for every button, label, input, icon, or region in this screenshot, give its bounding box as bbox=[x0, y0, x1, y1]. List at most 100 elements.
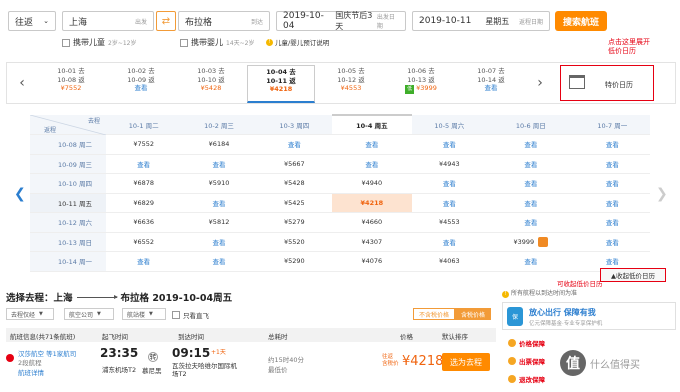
grid-cell[interactable]: 查看 bbox=[411, 193, 488, 213]
chevron-down-icon: ▼ bbox=[39, 311, 43, 317]
grid-row: 10-13 周日 ¥6552 查看 ¥5520 ¥4307 查看 ¥3999 查… bbox=[30, 232, 650, 252]
from-city-input[interactable]: 上海 出发 bbox=[62, 11, 154, 31]
watermark-logo-icon: 值 bbox=[560, 350, 586, 376]
guarantee-banner[interactable]: 保 放心出行 保障有我 亿元保障基金·专业专享保护机 bbox=[502, 302, 676, 330]
grid-col-header-selected: 10-4 周五 bbox=[332, 114, 412, 135]
flight-row: 汉莎航空 等1家航司 2段航程 航班详情 23:35 浦东机场T2 转 慕尼黑 … bbox=[6, 344, 496, 384]
direct-only-checkbox[interactable]: 只看直飞 bbox=[172, 310, 209, 320]
date-cell[interactable]: 10-06 去 10-13 返 低 ¥3999 bbox=[387, 67, 455, 101]
grid-col-header: 10-3 周四 bbox=[256, 115, 333, 135]
grid-cell[interactable]: ¥4940 bbox=[332, 173, 412, 194]
filter-terminal[interactable]: 航站楼 ▼ bbox=[122, 308, 166, 320]
date-cell-selected[interactable]: 10-04 去 10-11 返 ¥4218 bbox=[247, 65, 315, 103]
select-outbound-button[interactable]: 选为去程 bbox=[442, 353, 490, 371]
grid-cell[interactable]: 查看 bbox=[181, 154, 257, 174]
calendar-icon bbox=[569, 75, 585, 89]
return-date-input[interactable]: 2019-10-11 星期五 返程日期 bbox=[412, 11, 550, 31]
grid-cell[interactable]: 查看 bbox=[574, 212, 650, 233]
grid-cell[interactable]: ¥3999 bbox=[487, 232, 575, 252]
results-table-header: 航班信息(共71条航班) 起飞时间 到达时间 总耗时 价格 默认排序 bbox=[6, 328, 496, 342]
grid-cell[interactable]: ¥5428 bbox=[256, 173, 333, 194]
badge-icon bbox=[508, 339, 516, 347]
grid-cell[interactable]: 查看 bbox=[487, 173, 575, 194]
filter-airline[interactable]: 航空公司 ▼ bbox=[64, 308, 114, 320]
chevron-right-icon[interactable]: › bbox=[531, 73, 549, 93]
grid-cell[interactable]: 查看 bbox=[487, 134, 575, 155]
grid-cell[interactable]: 查看 bbox=[106, 251, 182, 272]
date-cell[interactable]: 10-03 去 10-10 返 ¥5428 bbox=[177, 67, 245, 101]
grid-cell-selected[interactable]: ¥4218 bbox=[332, 193, 412, 213]
grid-cell[interactable]: ¥4076 bbox=[332, 251, 412, 272]
grid-cell[interactable]: ¥5290 bbox=[256, 251, 333, 272]
grid-cell[interactable]: 查看 bbox=[574, 173, 650, 194]
grid-cell[interactable]: ¥5425 bbox=[256, 193, 333, 213]
grid-cell[interactable]: 查看 bbox=[487, 193, 575, 213]
grid-cell[interactable]: ¥6829 bbox=[106, 193, 182, 213]
guarantee-price[interactable]: 价格保障 bbox=[508, 338, 545, 348]
grid-next-arrow[interactable]: ❯ bbox=[656, 186, 668, 202]
chevron-down-icon: ⌄ bbox=[43, 17, 49, 25]
grid-cell[interactable]: ¥5279 bbox=[256, 212, 333, 233]
grid-cell[interactable]: ¥6636 bbox=[106, 212, 182, 233]
grid-cell[interactable]: ¥6184 bbox=[181, 134, 257, 155]
grid-cell[interactable]: 查看 bbox=[181, 251, 257, 272]
grid-cell[interactable]: ¥7552 bbox=[106, 134, 182, 155]
to-city-input[interactable]: 布拉格 到达 bbox=[178, 11, 270, 31]
search-flights-button[interactable]: 搜索航班 bbox=[555, 11, 607, 31]
badge-icon bbox=[508, 375, 516, 383]
date-cell[interactable]: 10-01 去 10-08 返 ¥7552 bbox=[37, 67, 105, 101]
child-checkbox[interactable]: 携带儿童 2岁~12岁 bbox=[62, 37, 136, 48]
toggle-excl-tax[interactable]: 不含税价格 bbox=[413, 308, 456, 320]
grid-row-selected: 10-11 周五 ¥6829 查看 ¥5425 ¥4218 查看 查看 查看 bbox=[30, 193, 650, 213]
grid-cell[interactable]: ¥5520 bbox=[256, 232, 333, 252]
guarantee-refund[interactable]: 退改保障 bbox=[508, 374, 545, 384]
grid-cell[interactable]: ¥4660 bbox=[332, 212, 412, 233]
grid-cell[interactable]: 查看 bbox=[487, 154, 575, 174]
depart-date-input[interactable]: 2019-10-04 国庆节后3天 出发日期 bbox=[276, 11, 406, 31]
grid-cell[interactable]: ¥5667 bbox=[256, 154, 333, 174]
checkbox-box bbox=[172, 311, 180, 319]
airline-logo-icon bbox=[6, 354, 14, 362]
grid-cell[interactable]: 查看 bbox=[256, 134, 333, 155]
grid-prev-arrow[interactable]: ❮ bbox=[14, 186, 26, 202]
date-cell[interactable]: 10-02 去 10-09 返 查看 bbox=[107, 67, 175, 101]
chevron-left-icon[interactable]: ‹ bbox=[13, 73, 31, 93]
grid-cell[interactable]: 查看 bbox=[487, 212, 575, 233]
grid-col-header: 10-7 周一 bbox=[574, 115, 650, 135]
grid-cell[interactable]: 查看 bbox=[411, 173, 488, 194]
toggle-incl-tax[interactable]: 含税价格 bbox=[455, 308, 492, 320]
filter-stopover[interactable]: 去程仅经 ▼ bbox=[6, 308, 54, 320]
grid-cell[interactable]: ¥5910 bbox=[181, 173, 257, 194]
grid-cell[interactable]: ¥4943 bbox=[411, 154, 488, 174]
grid-cell[interactable]: ¥4553 bbox=[411, 212, 488, 233]
grid-cell[interactable]: 查看 bbox=[181, 193, 257, 213]
grid-cell[interactable]: ¥5812 bbox=[181, 212, 257, 233]
grid-cell[interactable]: 查看 bbox=[411, 232, 488, 252]
grid-cell[interactable]: 查看 bbox=[574, 193, 650, 213]
grid-cell[interactable]: 查看 bbox=[332, 154, 412, 174]
grid-cell[interactable]: 查看 bbox=[574, 134, 650, 155]
date-cell[interactable]: 10-07 去 10-14 返 查看 bbox=[457, 67, 525, 101]
grid-cell[interactable]: 查看 bbox=[332, 134, 412, 155]
shield-icon: 保 bbox=[507, 307, 523, 326]
infant-checkbox[interactable]: 携带婴儿 14天~2岁 bbox=[180, 37, 254, 48]
grid-cell[interactable]: ¥4307 bbox=[332, 232, 412, 252]
price-calendar-button[interactable]: 特价日历 bbox=[560, 65, 654, 101]
ticket-info-link[interactable]: ! 儿童/婴儿预订说明 bbox=[266, 37, 329, 47]
swap-cities-button[interactable]: ⇄ bbox=[156, 11, 176, 31]
grid-cell[interactable]: 查看 bbox=[574, 154, 650, 174]
grid-cell[interactable]: ¥4063 bbox=[411, 251, 488, 272]
guarantee-ticketing[interactable]: 出票保障 bbox=[508, 356, 545, 366]
date-cell[interactable]: 10-05 去 10-12 返 ¥4553 bbox=[317, 67, 385, 101]
grid-cell[interactable]: 查看 bbox=[106, 154, 182, 174]
grid-cell[interactable]: 查看 bbox=[487, 251, 575, 272]
collapse-calendar-button[interactable]: ▲收起低价日历 bbox=[600, 268, 666, 282]
grid-cell[interactable]: 查看 bbox=[181, 232, 257, 252]
trip-type-select[interactable]: 往返 ⌄ bbox=[8, 11, 56, 31]
grid-cell[interactable]: 查看 bbox=[411, 134, 488, 155]
info-icon: ! bbox=[502, 290, 509, 298]
grid-cell[interactable]: ¥6552 bbox=[106, 232, 182, 252]
flight-detail-link[interactable]: 航班详情 bbox=[18, 367, 44, 377]
grid-cell[interactable]: ¥6878 bbox=[106, 173, 182, 194]
grid-cell[interactable]: 查看 bbox=[574, 232, 650, 252]
